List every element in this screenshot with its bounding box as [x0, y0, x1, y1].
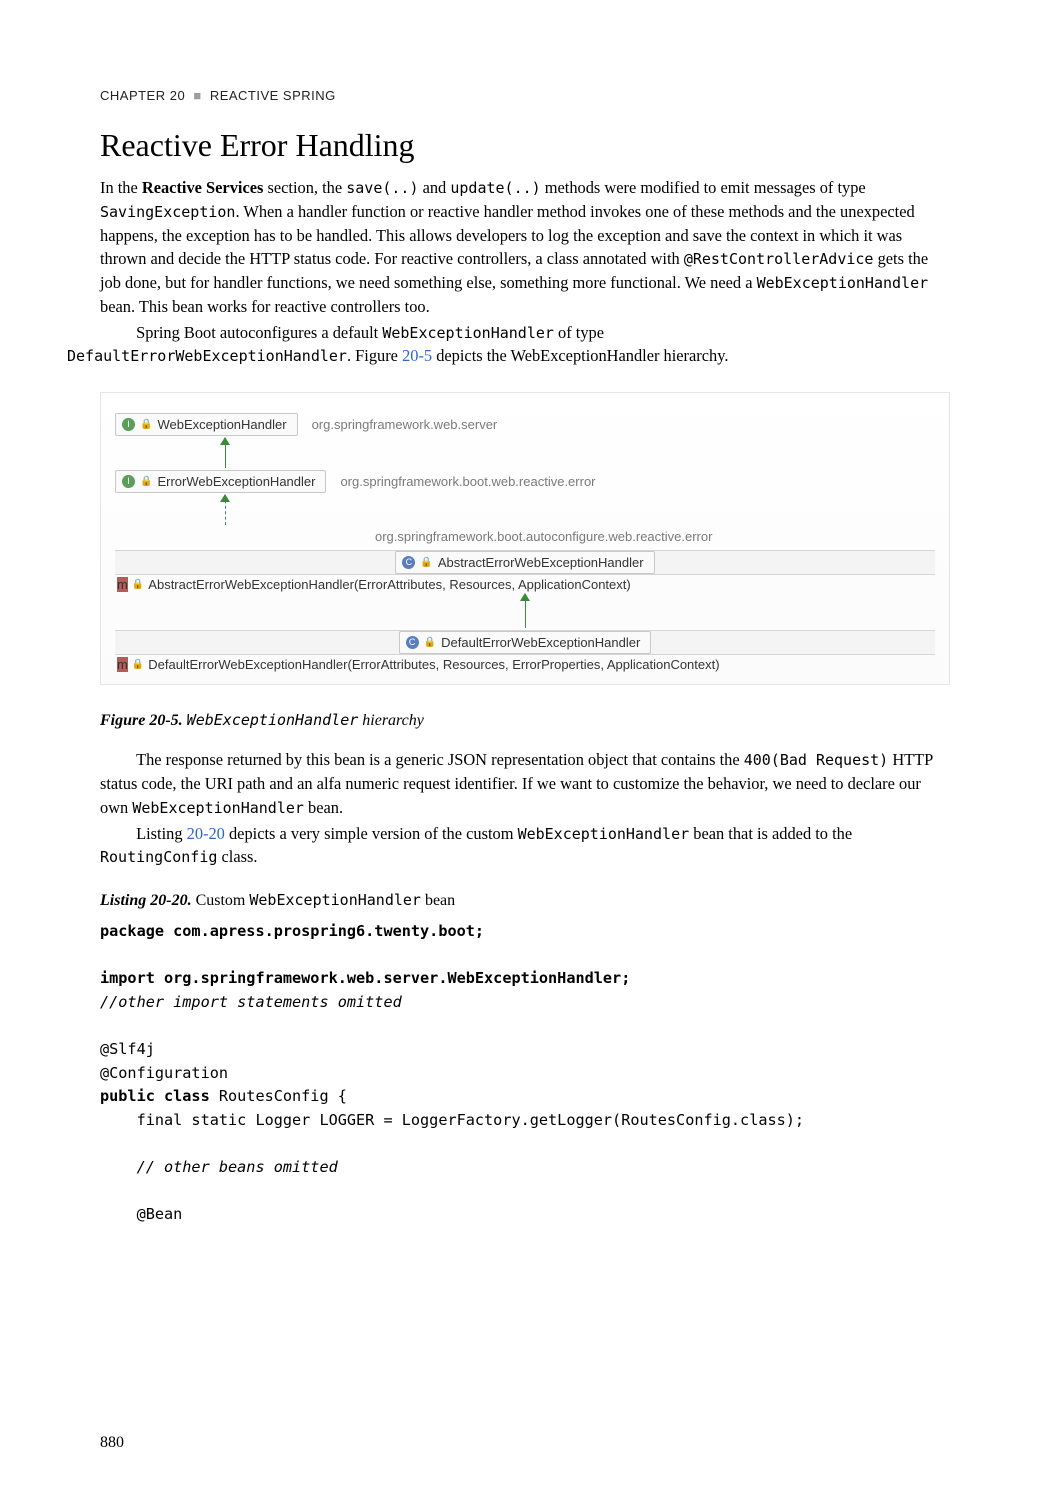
lock-icon: 🔒 [420, 557, 432, 568]
lock-icon: 🔒 [132, 659, 144, 670]
method-icon: m [117, 577, 128, 592]
hierarchy-diagram: I 🔒 WebExceptionHandler org.springframew… [100, 392, 950, 685]
lock-icon: 🔒 [424, 637, 436, 648]
diagram-node-defaulterrorwebexceptionhandler: C 🔒 DefaultErrorWebExceptionHandler [399, 631, 652, 654]
diagram-node-errorwebexceptionhandler: I 🔒 ErrorWebExceptionHandler [115, 470, 326, 493]
section-heading: Reactive Error Handling [100, 127, 950, 164]
chapter-title: REACTIVE SPRING [210, 88, 336, 103]
diagram-node-webexceptionhandler: I 🔒 WebExceptionHandler [115, 413, 298, 436]
implements-arrow-icon [175, 495, 935, 525]
class-icon: C [406, 636, 419, 649]
class-icon: C [402, 556, 415, 569]
paragraph-1: In the Reactive Services section, the sa… [100, 176, 950, 319]
paragraph-4: Listing 20-20 depicts a very simple vers… [100, 822, 950, 870]
page-number: 880 [100, 1434, 124, 1452]
diagram-package-2: org.springframework.boot.web.reactive.er… [340, 474, 595, 489]
listing-ref-link[interactable]: 20-20 [187, 824, 225, 843]
paragraph-3: The response returned by this bean is a … [100, 748, 950, 819]
diagram-constructor-1: AbstractErrorWebExceptionHandler(ErrorAt… [148, 577, 630, 592]
chapter-label: CHAPTER 20 [100, 88, 185, 103]
running-header: CHAPTER 20 ■ REACTIVE SPRING [100, 88, 950, 103]
paragraph-2: Spring Boot autoconfigures a default Web… [100, 321, 950, 369]
extends-arrow-icon [115, 594, 935, 628]
figure-ref-link[interactable]: 20-5 [402, 346, 432, 365]
header-separator-icon: ■ [193, 88, 201, 103]
lock-icon: 🔒 [132, 579, 144, 590]
interface-icon: I [122, 418, 135, 431]
diagram-constructor-2: DefaultErrorWebExceptionHandler(ErrorAtt… [148, 657, 719, 672]
listing-caption: Listing 20-20. Custom WebExceptionHandle… [100, 891, 950, 910]
lock-icon: 🔒 [140, 476, 152, 487]
lock-icon: 🔒 [140, 419, 152, 430]
page: CHAPTER 20 ■ REACTIVE SPRING Reactive Er… [0, 0, 1050, 1500]
extends-arrow-icon [175, 438, 935, 468]
figure-caption: Figure 20-5. WebExceptionHandler hierarc… [100, 711, 950, 730]
method-icon: m [117, 657, 128, 672]
diagram-node-abstracterrorwebexceptionhandler: C 🔒 AbstractErrorWebExceptionHandler [395, 551, 654, 574]
diagram-package-3: org.springframework.boot.autoconfigure.w… [115, 525, 935, 548]
code-listing: package com.apress.prospring6.twenty.boo… [100, 920, 950, 1226]
interface-icon: I [122, 475, 135, 488]
diagram-package-1: org.springframework.web.server [312, 417, 498, 432]
